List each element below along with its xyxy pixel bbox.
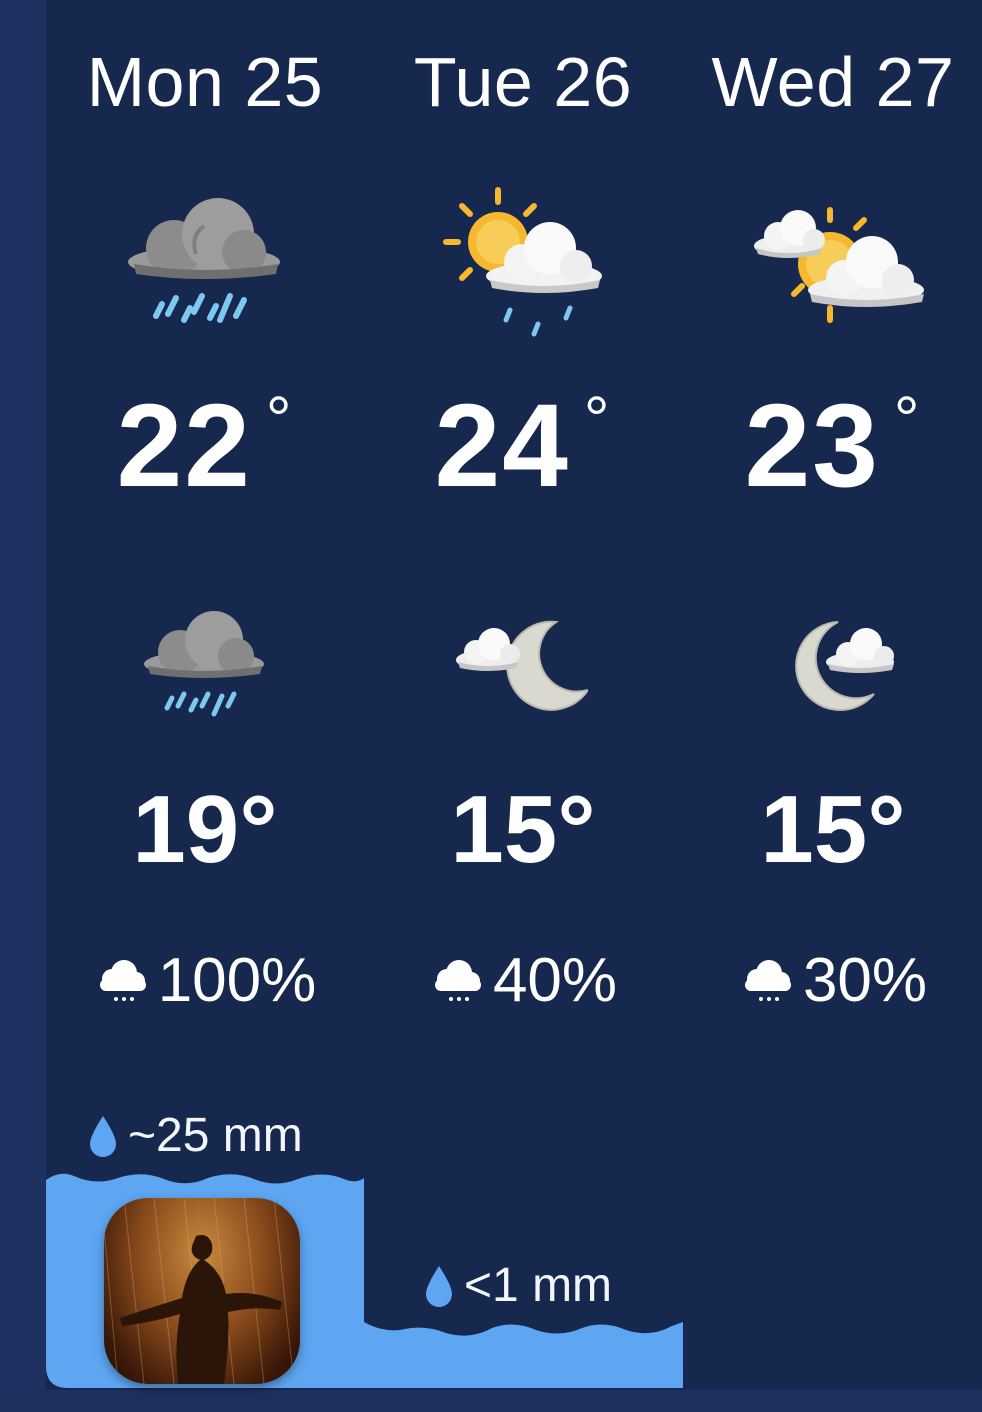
precipitation-amount: <1 mm [424,1258,612,1313]
day-label: Wed 27 [711,43,955,121]
rain-cloud-small-icon [744,959,791,1001]
high-temperature: 23 ° [744,380,922,512]
day-column-tue[interactable]: Tue 26 24 ° 15° 40% <1 mm [364,0,682,1390]
day-column-wed[interactable]: Wed 27 23 ° 15° 30% [684,0,982,1390]
precipitation-chance: 30% [684,945,982,1016]
high-temperature: 24 ° [434,380,612,512]
moon-cloud-icon [456,620,588,711]
low-temperature: 15° [760,776,906,883]
water-drop-icon [90,1116,116,1158]
rain-cloud-small-icon [434,959,481,1001]
person-in-rain-icon [104,1198,295,1384]
precipitation-chance: 40% [364,945,682,1016]
moon-cloud-icon [795,621,894,711]
forecast-widget: Mon 25 22 ° 19° 100% ~25 mm Tue 26 24 ° … [0,0,982,1412]
sun-behind-clouds-icon [754,207,924,323]
low-temperature: 15° [450,776,596,883]
water-drop-icon [426,1266,452,1308]
app-icon[interactable] [104,1198,300,1384]
high-temperature: 22 ° [116,380,294,512]
rain-cloud-small-icon [99,959,146,1001]
rain-cloud-icon [144,611,264,717]
precipitation-amount: ~25 mm [88,1108,303,1163]
day-label: Tue 26 [413,43,633,121]
sun-cloud-light-rain-icon [443,187,602,337]
day-column-mon[interactable]: Mon 25 22 ° 19° 100% ~25 mm [46,0,364,1390]
rain-cloud-icon [128,198,280,323]
low-temperature: 19° [132,776,278,883]
day-label: Mon 25 [86,43,324,121]
precipitation-chance: 100% [46,945,364,1016]
